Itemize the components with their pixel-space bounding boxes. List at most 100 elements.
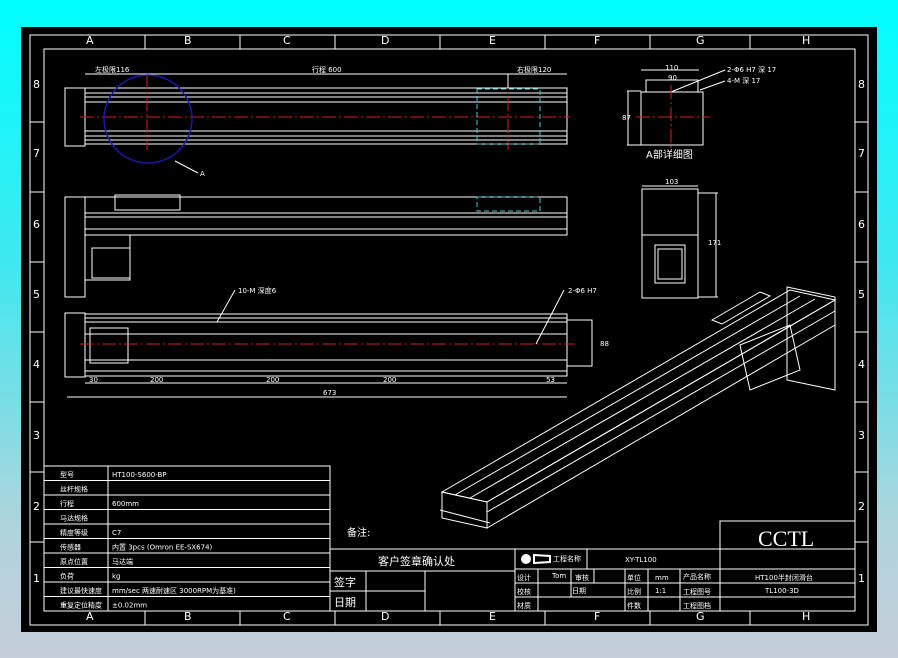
dim-4: 200 [383, 376, 396, 384]
grid-row-label: 5 [858, 288, 865, 301]
spec-value: 马达端 [112, 557, 133, 566]
unit-label: 单位 [627, 573, 641, 582]
sign-label: 签字 [334, 575, 356, 589]
dim-height: 88 [600, 340, 609, 348]
callout-right: 2-Φ6 H7 [568, 287, 597, 295]
grid-row-label: 5 [33, 288, 40, 301]
grid-row-label: 3 [858, 429, 865, 442]
grid-row-label: 7 [858, 147, 865, 160]
grid-column-label: E [489, 610, 496, 623]
dim-2: 200 [150, 376, 163, 384]
spec-label: 传感器 [60, 543, 81, 552]
spec-label: 型号 [60, 470, 74, 479]
detail-width: 110 [665, 64, 678, 72]
grid-column-label: D [381, 34, 389, 47]
grid-column-label: B [184, 610, 192, 623]
grid-row-label: 7 [33, 147, 40, 160]
detail-height: 87 [622, 114, 631, 122]
detail-marker: A [200, 170, 205, 178]
isometric-view [439, 286, 837, 529]
end-view: 103 171 [641, 178, 721, 299]
company-logo-text: CCTL [758, 526, 814, 551]
spec-label: 丝杆规格 [60, 485, 88, 494]
outer-frame [29, 34, 869, 626]
grid-row-label: 6 [858, 218, 865, 231]
project-name-label: 工程名称 [553, 554, 581, 563]
spec-value: 600mm [112, 500, 139, 508]
grid-labels: AABBCCDDEEFFGGHH8 87 76 65 54 43 32 21 1 [33, 34, 865, 623]
review-label: 审核 [575, 573, 589, 582]
spec-label: 原点位置 [60, 557, 88, 566]
right-limit-label: 右极限120 [517, 65, 551, 74]
product-name-label: 产品名称 [683, 572, 711, 581]
spec-table: 型号 HT100-S600-BP 丝杆规格行程 600mm 马达规格精度等级 C7 传感器 内… [43, 465, 331, 612]
grid-column-label: A [86, 34, 94, 47]
spec-value: ±0.02mm [112, 602, 147, 610]
grid-column-label: F [594, 610, 600, 623]
grid-column-label: A [86, 610, 94, 623]
detail-view: 110 90 2-Φ6 H7 深 17 4-M 深 17 87 A部详细图 [622, 64, 776, 161]
grid-row-label: 2 [858, 500, 865, 513]
grid-column-label: G [696, 610, 705, 623]
dim-1: 30 [89, 376, 98, 384]
grid-row-label: 6 [33, 218, 40, 231]
grid-column-label: H [802, 610, 810, 623]
spec-value: kg [112, 573, 121, 581]
grid-column-label: G [696, 34, 705, 47]
material-label: 材质 [517, 601, 531, 610]
spec-value: mm/sec 两速耐速区 3000RPM为基准) [112, 586, 236, 595]
detail-callout-2: 4-M 深 17 [727, 76, 760, 85]
grid-column-label: D [381, 610, 389, 623]
detail-caption: A部详细图 [646, 148, 693, 161]
grid-column-label: H [802, 34, 810, 47]
date-label-tb: 日期 [572, 587, 586, 595]
design-value: Tom [551, 572, 566, 580]
grid-row-label: 1 [858, 572, 865, 585]
grid-row-label: 3 [33, 429, 40, 442]
grid-row-label: 2 [33, 500, 40, 513]
project-name: XY-TL100 [625, 556, 657, 564]
grid-column-label: F [594, 34, 600, 47]
spec-value: C7 [112, 529, 121, 537]
title-block: 工程名称 XY-TL100 CCTL 设计 Tom 审核 单位 mm 产品名称 … [514, 520, 856, 612]
bottom-view: 10-M 深度6 2-Φ6 H7 30 200 200 200 53 673 8… [64, 286, 609, 398]
grid-column-label: C [283, 610, 291, 623]
date-label: 日期 [334, 596, 356, 609]
dim-5: 53 [546, 376, 555, 384]
drawing-no: TL100-3D [764, 587, 799, 595]
projection-symbol-icon [521, 554, 531, 564]
drawing-canvas: AABBCCDDEEFFGGHH8 87 76 65 54 43 32 21 1 左极限116 … [29, 34, 869, 626]
spec-label: 负荷 [60, 572, 74, 581]
customer-block: 客户签章确认处 签字 日期 [329, 548, 516, 612]
dim-3: 200 [266, 376, 279, 384]
top-view: 左极限116 行程 600 右极限120 A [64, 65, 570, 178]
grid-row-label: 8 [33, 78, 40, 91]
unit-value: mm [655, 574, 669, 582]
scale-label: 比例 [627, 587, 641, 596]
callout-left: 10-M 深度6 [238, 286, 277, 295]
spec-label: 精度等级 [60, 528, 88, 537]
grid-row-label: 4 [33, 358, 40, 371]
grid-column-label: B [184, 34, 192, 47]
product-name: HT100半封闭滑台 [755, 573, 813, 582]
cad-drawing-sheet[interactable]: AABBCCDDEEFFGGHH8877665544332211 左极限116 … [21, 27, 877, 632]
customer-title: 客户签章确认处 [378, 554, 455, 568]
end-width: 103 [665, 178, 678, 186]
spec-value: 内置 3pcs (Omron EE-SX674) [112, 543, 213, 552]
grid-ticks [30, 35, 868, 625]
check-label: 校核 [517, 587, 531, 596]
notes-label: 备注: [347, 526, 370, 539]
spec-label: 重复定位精度 [60, 601, 102, 610]
spec-label: 建议最快速度 [60, 586, 102, 595]
end-height: 171 [708, 239, 721, 247]
grid-row-label: 1 [33, 572, 40, 585]
detail-inner: 90 [668, 74, 677, 82]
grid-row-label: 8 [858, 78, 865, 91]
grid-row-label: 4 [858, 358, 865, 371]
design-label: 设计 [517, 573, 531, 582]
dim-total: 673 [323, 389, 336, 397]
qty-label: 件数 [627, 601, 641, 610]
spec-label: 行程 [60, 499, 74, 508]
inner-frame [43, 48, 856, 612]
scale-value: 1:1 [655, 587, 666, 595]
